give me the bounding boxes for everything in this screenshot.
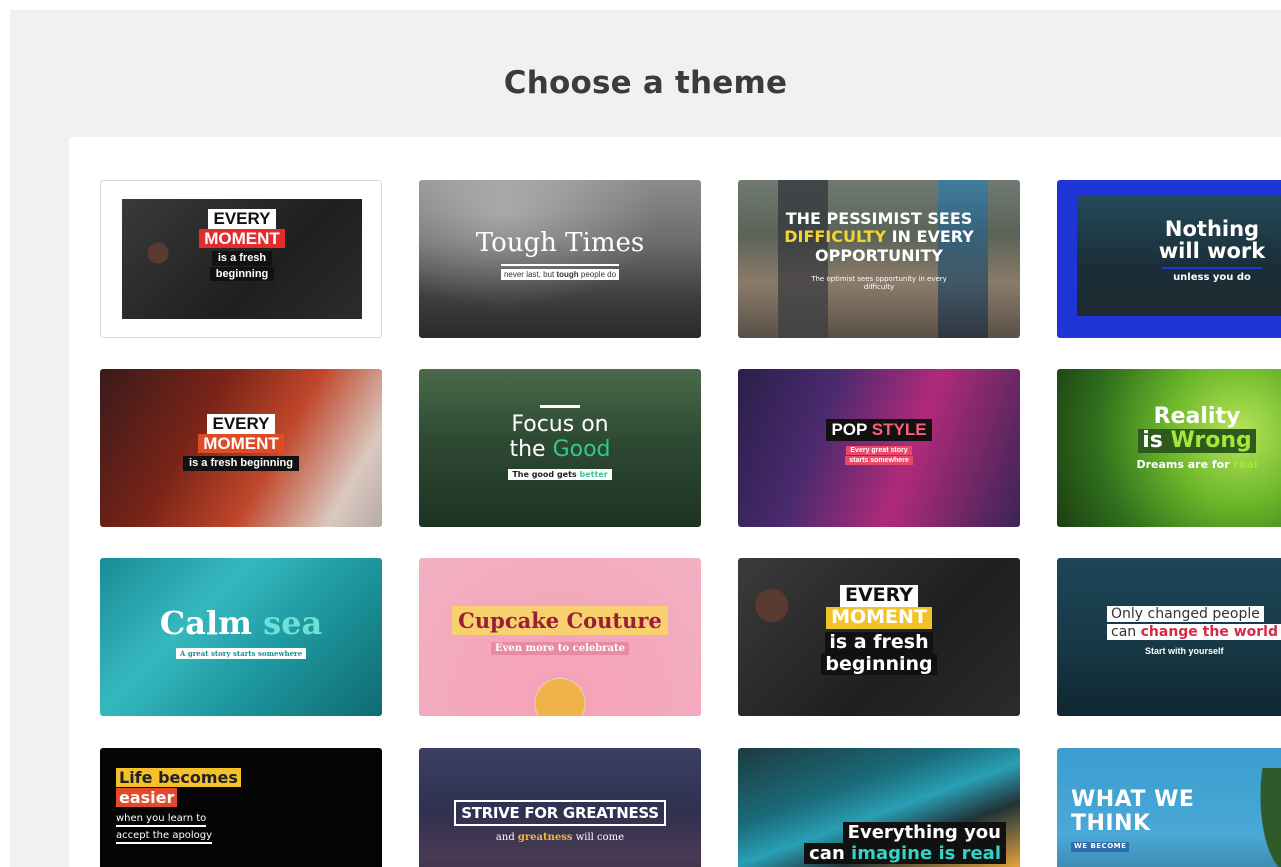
theme-text: is a fresh	[825, 631, 933, 654]
theme-thumbnail: EVERY MOMENT is a fresh beginning	[122, 199, 362, 319]
theme-text: easier	[116, 788, 178, 807]
theme-text: the	[509, 437, 553, 463]
theme-text: never last, but	[503, 270, 557, 279]
theme-text: Life becomes	[116, 768, 241, 787]
theme-text: Calm	[159, 604, 264, 642]
theme-text: is a fresh	[211, 251, 273, 266]
theme-text: Good	[552, 437, 611, 463]
page-title: Choose a theme	[503, 65, 788, 101]
theme-text: greatness	[517, 832, 573, 843]
theme-card-pop-style[interactable]: POP STYLE Every great story starts somew…	[738, 369, 1020, 527]
theme-text: accept the apology	[116, 830, 213, 844]
theme-text: Every great story	[846, 446, 912, 455]
theme-text: when you learn to	[116, 813, 207, 827]
theme-text: better	[579, 469, 608, 479]
theme-card-every-moment-dark[interactable]: EVERY MOMENT is a fresh beginning	[100, 180, 382, 338]
theme-text: MOMENT	[198, 433, 284, 454]
theme-card-every-moment-yellow[interactable]: EVERY MOMENT is a fresh beginning	[738, 558, 1020, 716]
theme-text: STYLE	[871, 420, 927, 439]
theme-thumbnail: Nothing will work unless you do	[1077, 196, 1281, 316]
theme-text: THE PESSIMIST SEES	[785, 209, 973, 228]
theme-text: OPPORTUNITY	[814, 245, 943, 265]
theme-card-tough-times[interactable]: Tough Times never last, but tough people…	[419, 180, 701, 338]
theme-card-only-changed-people[interactable]: Only changed people can change the world…	[1057, 558, 1281, 716]
theme-card-everything-you-can-imagine[interactable]: Everything you can imagine is real	[738, 748, 1020, 867]
theme-text: Only changed people	[1107, 606, 1264, 622]
theme-text: MOMENT	[826, 606, 932, 629]
theme-text: Reality	[1153, 404, 1241, 429]
theme-text: Nothing	[1164, 217, 1260, 241]
theme-card-what-we-think[interactable]: WHAT WE THINK WE BECOME	[1057, 748, 1281, 867]
theme-text: change the world	[1140, 624, 1278, 640]
theme-card-life-becomes-easier[interactable]: Life becomes easier when you learn to ac…	[100, 748, 382, 867]
theme-text: sea	[263, 604, 323, 642]
theme-text: will come	[572, 832, 625, 843]
theme-text: THINK	[1071, 811, 1151, 837]
theme-text: Wrong	[1170, 428, 1252, 454]
theme-card-focus-on-the-good[interactable]: Focus on the Good The good gets better	[419, 369, 701, 527]
theme-text: STRIVE FOR GREATNESS	[454, 800, 666, 826]
theme-text: Dreams are for	[1136, 458, 1234, 472]
theme-text: and	[495, 832, 518, 843]
theme-text: Start with yourself	[1145, 646, 1224, 656]
theme-text: Tough Times	[475, 228, 645, 258]
theme-text: tough	[556, 270, 579, 279]
theme-card-cupcake-couture[interactable]: Cupcake Couture Even more to celebrate	[419, 558, 701, 716]
theme-text: is	[1142, 428, 1171, 454]
theme-text: The optimist sees opportunity in every d…	[811, 275, 947, 292]
theme-text: The good gets	[512, 469, 580, 479]
theme-card-calm-sea[interactable]: Calm sea A great story starts somewhere	[100, 558, 382, 716]
theme-picker-page: Choose a theme EVERY MOMENT is a fresh b…	[10, 10, 1281, 867]
theme-text: real	[1233, 458, 1258, 472]
theme-text: EVERY	[839, 584, 918, 607]
theme-card-strive-for-greatness[interactable]: STRIVE FOR GREATNESS and greatness will …	[419, 748, 701, 867]
theme-text: Everything you	[842, 822, 1006, 843]
theme-text: beginning	[209, 266, 275, 282]
theme-text: EVERY	[208, 209, 276, 229]
theme-text: MOMENT	[199, 228, 285, 249]
theme-text: WHAT WE	[1071, 787, 1195, 812]
theme-card-nothing-will-work[interactable]: Nothing will work unless you do	[1057, 180, 1281, 338]
theme-text: Cupcake Couture	[452, 606, 668, 635]
theme-panel: EVERY MOMENT is a fresh beginning Tough …	[69, 137, 1281, 867]
theme-text: is a fresh beginning	[183, 456, 299, 471]
theme-text: imagine is real	[851, 843, 1001, 864]
theme-text: Even more to celebrate	[490, 642, 629, 655]
theme-text: IN EVERY	[886, 227, 974, 247]
theme-text: can	[809, 843, 852, 864]
theme-text: people do	[578, 270, 617, 279]
theme-text: WE BECOME	[1071, 842, 1130, 853]
theme-text: will work	[1158, 239, 1266, 264]
theme-card-reality-is-wrong[interactable]: Reality is Wrong Dreams are for real	[1057, 369, 1281, 527]
theme-text: can	[1111, 624, 1141, 640]
theme-text: POP	[831, 420, 872, 439]
theme-text: starts somewhere	[845, 456, 913, 465]
theme-text: unless you do	[1173, 272, 1251, 284]
theme-text: Focus on	[511, 412, 609, 437]
theme-text: A great story starts somewhere	[175, 648, 307, 659]
theme-card-every-moment-canyon[interactable]: EVERY MOMENT is a fresh beginning	[100, 369, 382, 527]
theme-card-pessimist[interactable]: THE PESSIMIST SEES DIFFICULTY IN EVERY O…	[738, 180, 1020, 338]
theme-text: beginning	[821, 653, 937, 676]
theme-text: EVERY	[207, 414, 275, 434]
theme-text: DIFFICULTY	[784, 227, 887, 247]
theme-grid: EVERY MOMENT is a fresh beginning Tough …	[69, 137, 1281, 867]
